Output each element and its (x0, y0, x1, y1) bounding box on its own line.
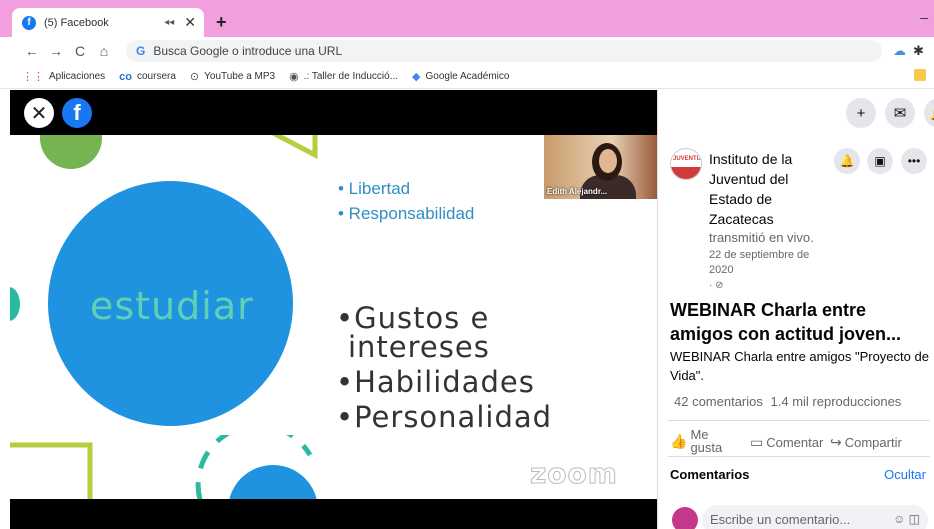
thumbs-up-icon: 👍 (670, 432, 688, 449)
scholar-icon: ◆ (412, 71, 421, 83)
post-actions: 👍 Me gusta ▭ Comentar ↪ Compartir (670, 426, 932, 456)
globe-icon: ◉ (289, 71, 299, 83)
facebook-logo-icon[interactable]: f (62, 98, 92, 128)
browser-tab[interactable]: f (5) Facebook ◂◂ ✕ (12, 8, 204, 37)
comments-count[interactable]: 42 comentarios (674, 394, 763, 409)
home-icon[interactable]: ⌂ (92, 43, 116, 59)
back-icon[interactable]: ← (20, 43, 44, 59)
bookmark-label: Google Académico (425, 71, 510, 82)
bookmark-coursera[interactable]: co coursera (119, 71, 176, 83)
bookmark-label: Aplicaciones (49, 71, 106, 82)
comment-bubble-icon: ▭ (750, 434, 764, 450)
post-title: WEBINAR Charla entre amigos con actitud … (670, 300, 902, 344)
presentation-slide: estudiar • Libertad • Responsabilidad •G… (10, 135, 657, 499)
address-bar[interactable]: G Busca Google o introduce una URL (126, 40, 882, 62)
address-placeholder: Busca Google o introduce una URL (153, 44, 343, 58)
post-action-text: transmitió en vivo. (709, 230, 814, 245)
bookmark-youtube-mp3[interactable]: ⊙ YouTube a MP3 (190, 70, 275, 83)
divider (668, 420, 930, 421)
save-icon[interactable]: ▣ (867, 148, 893, 174)
close-tab-icon[interactable]: ✕ (184, 14, 196, 31)
bookmark-apps[interactable]: ⋮⋮ Aplicaciones (22, 70, 105, 83)
page-avatar[interactable]: JUVENTUD (670, 148, 702, 180)
share-arrow-icon: ↪ (830, 434, 842, 450)
tab-strip: f (5) Facebook ◂◂ ✕ + – (0, 0, 934, 37)
video-player[interactable]: ✕ f estudiar • Libertad • Responsabilida… (10, 90, 657, 529)
divider (668, 456, 930, 457)
more-options-icon[interactable]: ••• (901, 148, 927, 174)
slide-item: • Responsabilidad (338, 204, 475, 223)
comment-placeholder: Escribe un comentario... (710, 512, 851, 527)
comment-label: Comentar (766, 435, 824, 450)
like-button[interactable]: 👍 Me gusta (670, 428, 722, 454)
views-count: 1.4 mil reproducciones (770, 394, 902, 409)
cloud-extension-icon[interactable]: ☁ (893, 43, 906, 59)
slide-big-item: intereses (348, 330, 490, 364)
browser-toolbar: ← → C ⌂ G Busca Google o introduce una U… (0, 37, 934, 65)
close-icon[interactable]: ✕ (24, 98, 54, 128)
post-side-panel: + ✉ 🔔 JUVENTUD Instituto de la Juventud … (657, 90, 934, 529)
slide-big-item: •Habilidades (336, 365, 535, 399)
webcam-thumbnail: Edith Alejandr... (544, 135, 657, 199)
bookmarks-bar: ⋮⋮ Aplicaciones co coursera ⊙ YouTube a … (0, 65, 934, 89)
post-date[interactable]: 22 de septiembre de 2020 (709, 248, 829, 278)
messenger-icon[interactable]: ✉ (885, 98, 915, 128)
side-top-bar: + ✉ 🔔 (658, 90, 934, 135)
slide-big-item: •Gustos e (336, 301, 490, 335)
slide-center-word: estudiar (90, 284, 254, 328)
zoom-watermark: zoom (530, 457, 618, 491)
user-avatar[interactable] (672, 507, 698, 529)
bookmark-taller[interactable]: ◉ .: Taller de Inducció... (289, 70, 398, 83)
decor-green-triangle (271, 135, 318, 160)
download-icon: ⊙ (189, 71, 200, 83)
slide-big-item: •Personalidad (336, 400, 553, 434)
comments-heading: Comentarios (670, 467, 750, 482)
bookmark-label: YouTube a MP3 (204, 71, 276, 82)
share-button[interactable]: ↪ Compartir (830, 434, 902, 451)
post-description: WEBINAR Charla entre amigos "Proyecto de… (670, 349, 929, 383)
like-label-2: gusta (690, 440, 723, 455)
notifications-icon[interactable]: 🔔 (924, 98, 934, 128)
decor-teal-shape (10, 287, 20, 321)
comment-input[interactable]: Escribe un comentario... ☺ ◫ (702, 505, 928, 529)
bookmark-label: coursera (137, 71, 176, 82)
share-label: Compartir (844, 435, 902, 450)
bookmark-label: .: Taller de Inducció... (303, 71, 399, 82)
folder-icon[interactable] (914, 69, 926, 81)
coursera-icon: co (119, 70, 132, 83)
speaker-icon[interactable]: ◂◂ (164, 17, 174, 28)
emoji-sticker-icons[interactable]: ☺ ◫ (893, 512, 920, 526)
bell-icon[interactable]: 🔔 (834, 148, 860, 174)
facebook-favicon-icon: f (22, 15, 36, 30)
page-name[interactable]: Instituto de la Juventud del Estado de Z… (709, 149, 829, 229)
new-tab-button[interactable]: + (216, 12, 227, 33)
decor-green-frame (10, 442, 93, 499)
forward-icon[interactable]: → (44, 43, 68, 59)
reload-icon[interactable]: C (68, 43, 92, 59)
hide-comments-link[interactable]: Ocultar (884, 467, 926, 482)
comment-button[interactable]: ▭ Comentar (750, 434, 823, 451)
google-icon: G (136, 44, 146, 58)
apps-grid-icon: ⋮⋮ (22, 71, 44, 83)
minimize-icon[interactable]: – (920, 9, 928, 25)
create-plus-icon[interactable]: + (846, 98, 876, 128)
webcam-participant-name: Edith Alejandr... (547, 187, 608, 196)
tab-title: (5) Facebook (44, 16, 109, 29)
globe-privacy-icon: · ⊘ (709, 280, 724, 291)
puzzle-extension-icon[interactable]: ✱ (913, 43, 924, 59)
bookmark-scholar[interactable]: ◆ Google Académico (412, 70, 509, 83)
decor-green-circle (40, 135, 102, 169)
slide-item: • Libertad (338, 179, 411, 198)
post-stats: 42 comentarios 1.4 mil reproducciones (674, 394, 901, 409)
screen: f (5) Facebook ◂◂ ✕ + – ← → C ⌂ G Busca … (0, 0, 934, 529)
